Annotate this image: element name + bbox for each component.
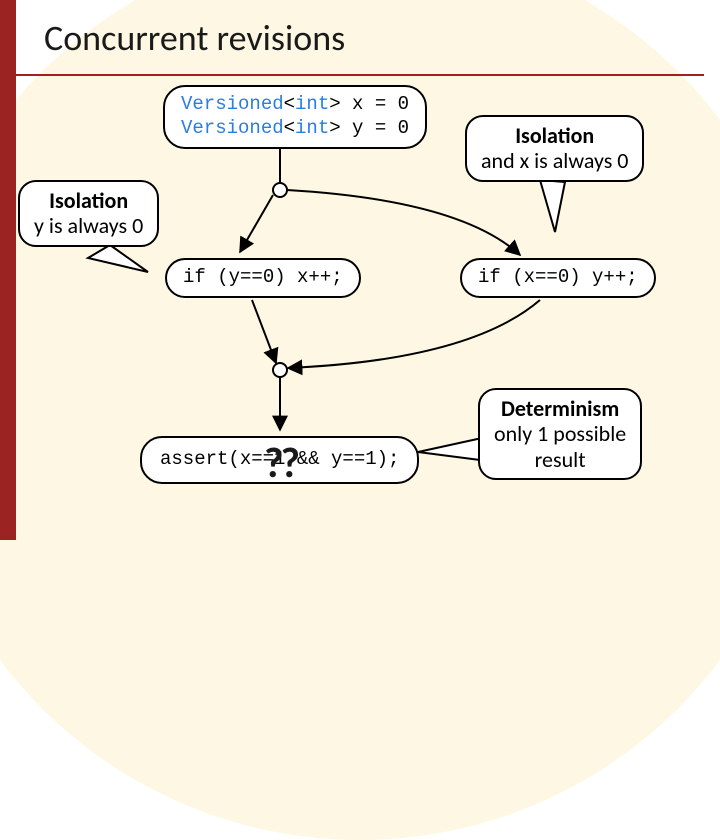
left-accent-strip <box>0 0 16 540</box>
page-title: Concurrent revisions <box>16 8 704 76</box>
code-right-branch: if (x==0) y++; <box>460 258 656 298</box>
callout-isolation-left: Isolation y is always 0 <box>18 180 159 247</box>
question-marks-overlay: ?? <box>264 438 297 489</box>
code-declaration-box: Versioned<int> x = 0 Versioned<int> y = … <box>163 85 427 149</box>
callout-isolation-right: Isolation and x is always 0 <box>465 115 644 182</box>
code-left-branch: if (y==0) x++; <box>165 258 361 298</box>
callout-determinism: Determinism only 1 possible result <box>478 388 642 480</box>
